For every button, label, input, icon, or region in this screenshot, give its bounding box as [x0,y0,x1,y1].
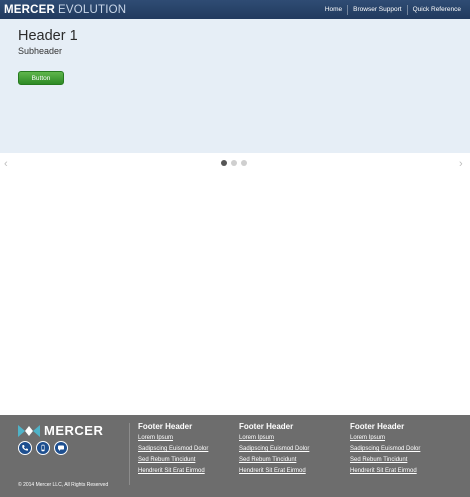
footer: MERCER © 2014 Mercer LLC, All Rights Res… [0,415,470,497]
footer-link[interactable]: Sadipscing Euismod Dolor [350,444,420,455]
brand-logo[interactable]: MERCER EVOLUTION [4,4,126,16]
footer-link[interactable]: Lorem Ipsum [350,433,420,444]
social-links [18,441,68,455]
hero-title: Header 1 [18,28,78,44]
footer-link[interactable]: Hendrerit Sit Erat Eirmod [350,466,420,477]
footer-link[interactable]: Sadipscing Euismod Dolor [239,444,309,455]
hero-banner: Header 1 Subheader Button [0,19,470,153]
carousel-next-icon[interactable]: › [459,159,463,170]
footer-link[interactable]: Sed Rebum Tincidunt [239,455,309,466]
footer-logo-text: MERCER [44,423,104,438]
top-bar: MERCER EVOLUTION Home Browser Support Qu… [0,0,470,19]
nav-browser-support-link[interactable]: Browser Support [347,4,406,15]
footer-link[interactable]: Sadipscing Euismod Dolor [138,444,208,455]
footer-divider [129,423,130,485]
footer-link[interactable]: Lorem Ipsum [239,433,309,444]
footer-column-1: Footer Header Lorem Ipsum Sadipscing Eui… [138,422,208,477]
footer-column-2: Footer Header Lorem Ipsum Sadipscing Eui… [239,422,309,477]
carousel-dot-1[interactable] [221,160,227,166]
copyright-text: © 2014 Mercer LLC, All Rights Reserved [18,482,109,488]
footer-link[interactable]: Hendrerit Sit Erat Eirmod [138,466,208,477]
chat-icon[interactable] [54,441,68,455]
brand-secondary: EVOLUTION [58,3,127,16]
top-nav: Home Browser Support Quick Reference [320,0,466,19]
footer-logo[interactable]: MERCER [18,423,103,438]
carousel-dots [221,160,247,166]
footer-column-header: Footer Header [239,422,294,431]
mercer-mark-icon [18,424,40,437]
footer-column-header: Footer Header [350,422,405,431]
nav-home-link[interactable]: Home [320,5,347,15]
hero-button[interactable]: Button [18,71,64,85]
phone-icon[interactable] [18,441,32,455]
brand-primary: MERCER [4,3,56,16]
footer-link[interactable]: Hendrerit Sit Erat Eirmod [239,466,309,477]
footer-column-3: Footer Header Lorem Ipsum Sadipscing Eui… [350,422,420,477]
nav-quick-reference-link[interactable]: Quick Reference [406,4,466,15]
carousel-dot-2[interactable] [231,160,237,166]
footer-link[interactable]: Sed Rebum Tincidunt [138,455,208,466]
carousel-dot-3[interactable] [241,160,247,166]
mobile-icon[interactable] [36,441,50,455]
page: MERCER EVOLUTION Home Browser Support Qu… [0,0,470,497]
footer-link[interactable]: Lorem Ipsum [138,433,208,444]
hero-subtitle: Subheader [18,46,63,56]
carousel-prev-icon[interactable]: ‹ [4,159,8,170]
footer-link[interactable]: Sed Rebum Tincidunt [350,455,420,466]
footer-column-header: Footer Header [138,422,193,431]
